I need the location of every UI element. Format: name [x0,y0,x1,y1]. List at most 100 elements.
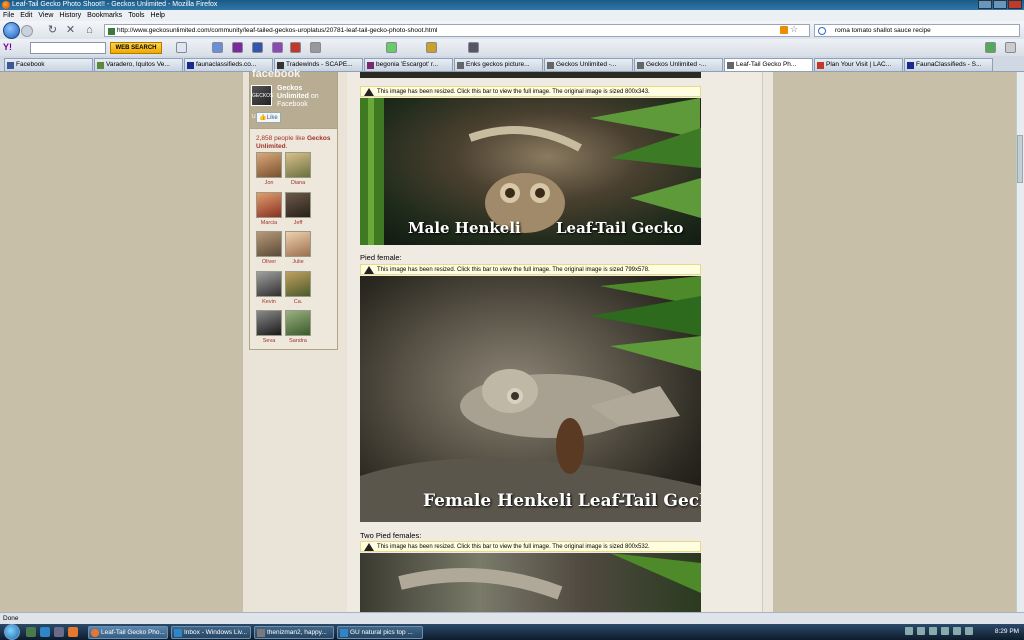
geckos-unlimited-logo[interactable]: GECKOS UNLIMITED [251,85,279,120]
taskbar-item-mail[interactable]: Inbox - Windows Liv... [171,626,251,639]
photo-overlay-text: Female Henkeli Leaf-Tail Gecko [423,491,701,511]
minimize-button[interactable] [978,0,992,9]
rss-icon[interactable] [780,26,788,34]
friend-avatar[interactable]: Oliver [255,231,283,269]
two-pied-females-photo[interactable] [360,553,701,612]
system-tray [905,627,985,637]
menu-edit[interactable]: Edit [20,10,32,21]
avatar [256,192,282,218]
toolbar-shopping-icon[interactable] [290,42,301,53]
taskbar-item-messenger[interactable]: thenizman2, happy... [254,626,334,639]
menu-view[interactable]: View [38,10,53,21]
image-resize-notice[interactable]: This image has been resized. Click this … [360,86,701,97]
toolbar-settings-icon[interactable] [468,42,479,53]
toolbar-mail-icon[interactable] [176,42,187,53]
menu-history[interactable]: History [59,10,81,21]
taskbar-item-ie[interactable]: GU natural pics top ... [337,626,423,639]
facebook-page-name[interactable]: Geckos Unlimited on Facebook [277,85,335,109]
menu-tools[interactable]: Tools [128,10,144,21]
start-button[interactable] [4,624,20,640]
friend-avatar[interactable]: Marcia [255,192,283,230]
tab-geckos-unlimited-1[interactable]: Geckos Unlimited -... [544,58,633,71]
avatar [285,231,311,257]
tab-leaf-tail-gecko[interactable]: Leaf-Tail Gecko Ph... [724,58,813,71]
friend-avatar[interactable]: Jon [255,152,283,190]
tray-icon[interactable] [929,627,937,635]
toolbar-games-icon[interactable] [272,42,283,53]
friend-avatar[interactable]: Jeff [284,192,312,230]
window-controls [978,0,1022,9]
address-bar[interactable]: http://www.geckosunlimited.com/community… [104,24,810,37]
previous-image-bottom [360,72,701,78]
search-box[interactable]: roma tomato shallot sauce recipe [814,24,1020,37]
quicklaunch-firefox-icon[interactable] [68,627,78,637]
tray-icon[interactable] [905,627,913,635]
quicklaunch-switch-icon[interactable] [54,627,64,637]
female-henkeli-photo[interactable]: Female Henkeli Leaf-Tail Gecko [360,276,701,522]
image-resize-notice[interactable]: This image has been resized. Click this … [360,264,701,275]
forward-button[interactable] [21,25,33,37]
taskbar-item-firefox[interactable]: Leaf-Tail Gecko Pho... [88,626,168,639]
toolbar-news-icon[interactable] [212,42,223,53]
bookmark-star-icon[interactable]: ☆ [790,24,798,35]
toolbar-finance-icon[interactable] [386,42,397,53]
menu-help[interactable]: Help [151,10,165,21]
avatar [256,271,282,297]
quicklaunch-desktop-icon[interactable] [26,627,36,637]
toolbar-options-icon[interactable] [1005,42,1016,53]
menu-file[interactable]: File [3,10,14,21]
tab-favicon-icon [367,62,374,69]
tab-begonia[interactable]: begonia 'Escargot' r... [364,58,453,71]
volume-icon[interactable] [965,627,973,635]
network-icon[interactable] [953,627,961,635]
back-button[interactable] [3,22,20,39]
search-query: roma tomato shallot sauce recipe [835,27,931,34]
maximize-button[interactable] [993,0,1007,9]
reload-icon[interactable]: ↻ [46,24,59,37]
tab-faunaclassifieds-2[interactable]: FaunaClassifieds - S... [904,58,993,71]
toolbar-add-icon[interactable] [985,42,996,53]
scrollbar-thumb[interactable] [1017,135,1023,183]
friend-avatar[interactable]: Ca. [284,271,312,309]
quicklaunch-ie-icon[interactable] [40,627,50,637]
toolbar-weather-icon[interactable] [252,42,263,53]
post-caption: Pied female: [360,253,402,262]
home-icon[interactable]: ⌂ [83,24,96,37]
warning-icon [364,543,374,551]
status-bar: Done [0,612,1024,624]
avatar [285,310,311,336]
tray-icon[interactable] [917,627,925,635]
window-title-bar: Leaf-Tail Gecko Photo Shoot!! - Geckos U… [0,0,1024,10]
yahoo-search-input[interactable] [30,42,106,54]
friend-avatar[interactable]: Sandra [284,310,312,348]
close-button[interactable] [1008,0,1022,9]
toolbar-music-icon[interactable] [426,42,437,53]
friend-avatar[interactable]: Kevin [255,271,283,309]
tab-favicon-icon [7,62,14,69]
tab-enks-geckos[interactable]: Enks geckos picture... [454,58,543,71]
tab-plan-your-visit[interactable]: Plan Your Visit | LAC... [814,58,903,71]
friend-avatar[interactable]: Julie [284,231,312,269]
male-henkeli-photo[interactable]: Male Henkeli Leaf-Tail Gecko [360,98,701,245]
toolbar-yahoo-icon[interactable] [232,42,243,53]
avatar [256,231,282,257]
tab-varadero[interactable]: Varadero, Iquitos Ve... [94,58,183,71]
divider [250,128,337,129]
tab-facebook[interactable]: Facebook [4,58,93,71]
warning-icon [364,266,374,274]
messenger-icon [257,629,265,637]
friend-avatar[interactable]: Diana [284,152,312,190]
firefox-icon [91,629,99,637]
menu-bookmarks[interactable]: Bookmarks [87,10,122,21]
taskbar-clock[interactable]: 8:29 PM [990,624,1024,640]
image-resize-notice[interactable]: This image has been resized. Click this … [360,541,701,552]
tab-geckos-unlimited-2[interactable]: Geckos Unlimited -... [634,58,723,71]
tray-icon[interactable] [941,627,949,635]
web-search-button[interactable]: WEB SEARCH [110,42,162,54]
stop-icon[interactable]: ✕ [64,24,77,37]
friend-avatar[interactable]: Seva [255,310,283,348]
yahoo-logo[interactable]: Y! [3,42,12,52]
tab-favicon-icon [727,62,734,69]
toolbar-answers-icon[interactable] [310,42,321,53]
facebook-like-button[interactable]: 👍Like [256,112,281,123]
